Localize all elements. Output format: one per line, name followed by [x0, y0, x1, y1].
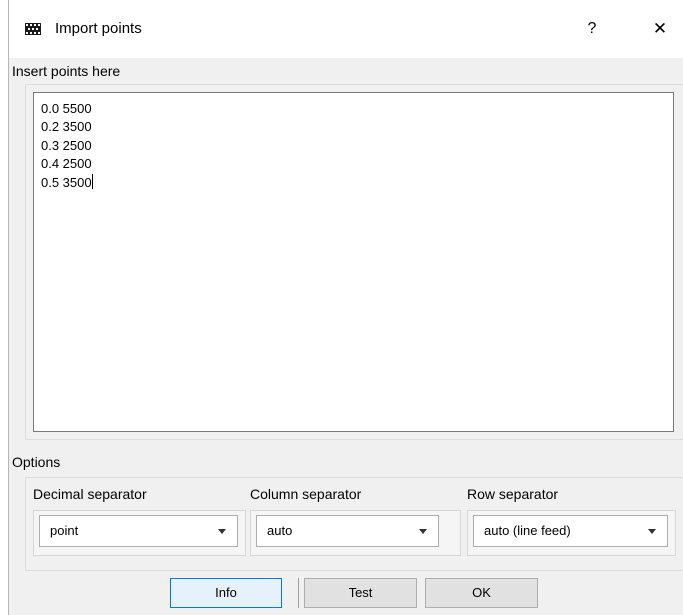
column-separator-group: auto: [250, 510, 461, 556]
import-points-dialog: Import points ? ✕ Insert points here 0.0…: [8, 0, 683, 615]
button-divider: [298, 578, 299, 608]
row-separator-group: auto (line feed): [467, 510, 676, 556]
column-separator-select[interactable]: auto: [256, 515, 439, 547]
point-line: 0.3 2500: [41, 137, 92, 153]
options-label: Options: [12, 454, 61, 470]
decimal-separator-value: point: [50, 523, 79, 538]
row-separator-value: auto (line feed): [484, 523, 571, 538]
decimal-separator-select[interactable]: point: [39, 515, 238, 547]
row-separator-select[interactable]: auto (line feed): [473, 515, 668, 547]
grid-app-icon: [25, 23, 41, 35]
chevron-down-icon: [648, 529, 656, 534]
title-bar: Import points ? ✕: [9, 0, 683, 58]
chevron-down-icon: [419, 529, 427, 534]
insert-points-label: Insert points here: [12, 63, 121, 79]
column-separator-value: auto: [267, 523, 293, 538]
text-caret: [91, 173, 93, 189]
decimal-separator-group: point: [33, 510, 246, 556]
chevron-down-icon: [218, 529, 226, 534]
info-button[interactable]: Info: [170, 578, 282, 608]
close-button[interactable]: ✕: [645, 16, 675, 42]
column-separator-label: Column separator: [250, 486, 362, 502]
point-line: 0.0 5500: [41, 101, 92, 116]
dialog-title: Import points: [55, 20, 142, 37]
row-separator-label: Row separator: [467, 486, 559, 502]
test-button[interactable]: Test: [304, 578, 417, 608]
points-textarea[interactable]: 0.0 5500 0.2 3500 0.3 2500 0.4 2500 0.5 …: [33, 92, 674, 432]
point-line: 0.5 3500: [41, 173, 93, 192]
point-line: 0.2 3500: [41, 119, 92, 135]
points-lines: 0.0 5500 0.2 3500 0.3 2500 0.4 2500 0.5 …: [41, 100, 93, 192]
point-line: 0.4 2500: [41, 156, 92, 172]
ok-button[interactable]: OK: [425, 578, 538, 608]
point-line-text: 0.5 3500: [41, 174, 92, 190]
decimal-separator-label: Decimal separator: [33, 486, 147, 502]
help-button[interactable]: ?: [577, 16, 607, 42]
